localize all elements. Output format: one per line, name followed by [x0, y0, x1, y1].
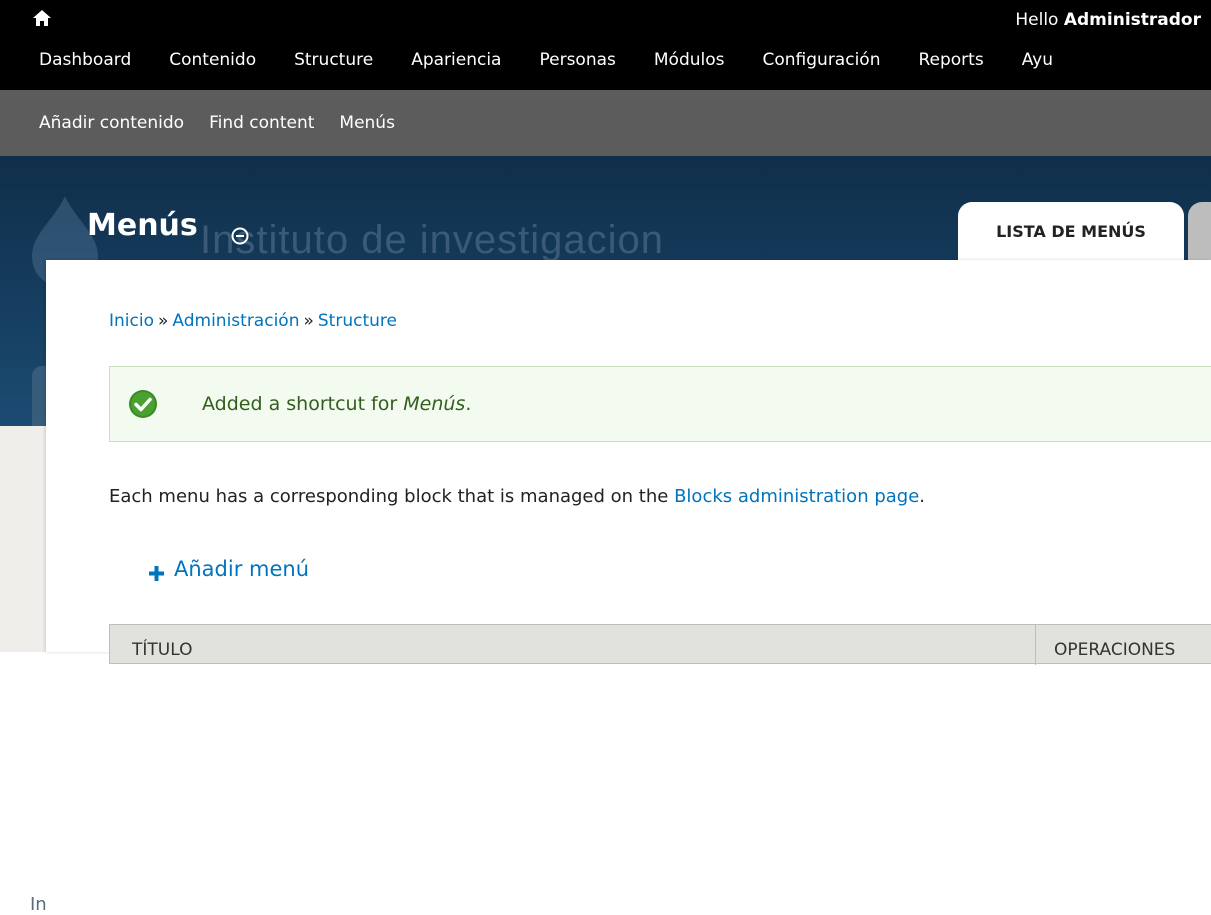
shortcut-add-content[interactable]: Añadir contenido	[0, 113, 184, 133]
home-icon[interactable]	[32, 8, 52, 28]
menu-ayuda[interactable]: Ayu	[1003, 44, 1072, 80]
background-text: In	[30, 894, 47, 915]
breadcrumb-administracion[interactable]: Administración	[172, 311, 299, 331]
breadcrumb-separator: »	[303, 311, 314, 331]
check-icon	[128, 389, 158, 419]
shortcuts-bar: Añadir contenido Find content Menús	[0, 90, 1211, 158]
site-name: Instituto de investigacion	[200, 218, 665, 262]
column-title[interactable]: Título	[132, 640, 192, 660]
intro-text: Each menu has a corresponding block that…	[109, 486, 925, 507]
menu-table-header: Título Operaciones	[109, 624, 1211, 665]
message-prefix: Added a shortcut for	[202, 393, 398, 415]
tab-menu-list[interactable]: LISTA DE MENÚS	[958, 202, 1184, 260]
admin-toolbar: Hello Administrador Dashboard Contenido …	[0, 0, 1211, 90]
add-menu-label: Añadir menú	[174, 557, 310, 581]
greeting-prefix: Hello	[1015, 10, 1059, 30]
status-message: Added a shortcut for Menús.	[109, 366, 1211, 442]
breadcrumb-inicio[interactable]: Inicio	[109, 311, 154, 331]
add-menu-button[interactable]: Añadir menú	[149, 557, 309, 581]
menu-modulos[interactable]: Módulos	[635, 44, 744, 80]
breadcrumb-structure[interactable]: Structure	[318, 311, 397, 331]
page-title: Menús	[87, 208, 198, 243]
message-suffix: .	[465, 393, 472, 415]
tab-secondary[interactable]	[1188, 202, 1211, 260]
breadcrumb: Inicio» Administración» Structure	[109, 311, 397, 331]
blocks-admin-link[interactable]: Blocks administration page	[674, 486, 919, 507]
menu-dashboard[interactable]: Dashboard	[0, 44, 150, 80]
message-emphasis: Menús	[403, 393, 466, 415]
intro-text-after: .	[919, 486, 926, 507]
intro-text-before: Each menu has a corresponding block that…	[109, 486, 669, 507]
plus-icon	[149, 562, 164, 581]
content-card: Inicio» Administración» Structure Added a …	[46, 260, 1211, 665]
menu-configuracion[interactable]: Configuración	[744, 44, 900, 80]
shortcut-find-content[interactable]: Find content	[184, 113, 314, 133]
menu-apariencia[interactable]: Apariencia	[392, 44, 520, 80]
admin-main-menu: Dashboard Contenido Structure Apariencia…	[0, 44, 1072, 80]
shortcut-menus[interactable]: Menús	[314, 113, 395, 133]
menu-personas[interactable]: Personas	[520, 44, 634, 80]
status-message-text: Added a shortcut for Menús.	[202, 393, 471, 415]
menu-structure[interactable]: Structure	[275, 44, 392, 80]
menu-reports[interactable]: Reports	[899, 44, 1002, 80]
menu-contenido[interactable]: Contenido	[150, 44, 275, 80]
user-greeting[interactable]: Hello Administrador	[1015, 10, 1201, 30]
user-name[interactable]: Administrador	[1064, 10, 1201, 30]
column-operations: Operaciones	[1035, 625, 1175, 665]
breadcrumb-separator: »	[157, 311, 169, 331]
remove-shortcut-icon[interactable]	[231, 227, 249, 245]
